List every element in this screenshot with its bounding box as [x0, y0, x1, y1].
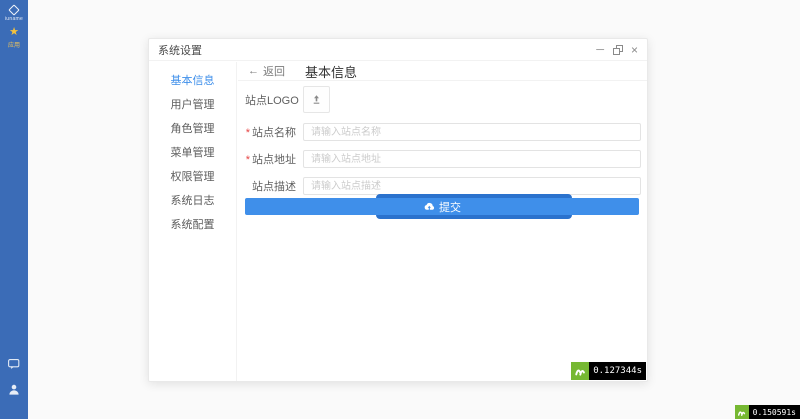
menu-item-basic-info[interactable]: 基本信息 [149, 69, 236, 93]
minimize-icon[interactable]: ─ [596, 44, 604, 55]
site-name-row: * 站点名称 [245, 123, 641, 141]
site-name-label: * 站点名称 [245, 127, 296, 139]
menu-item-permission-management[interactable]: 权限管理 [149, 165, 236, 189]
site-url-label: * 站点地址 [245, 154, 296, 166]
debug-time: 0.127344s [589, 362, 646, 380]
back-link[interactable]: ← 返回 [248, 63, 285, 79]
submit-button[interactable]: 提交 [245, 198, 639, 215]
site-url-row: * 站点地址 [245, 150, 641, 168]
required-mark: * [245, 127, 250, 139]
menu-item-system-log[interactable]: 系统日志 [149, 189, 236, 213]
settings-menu: 基本信息 用户管理 角色管理 菜单管理 权限管理 系统日志 系统配置 [149, 62, 237, 381]
chat-icon[interactable] [8, 357, 20, 375]
modal-titlebar: 系统设置 ─ × [149, 39, 647, 61]
site-desc-row: 站点描述 [245, 177, 641, 195]
thinkphp-logo-icon [734, 405, 749, 419]
settings-content-pane: ← 返回 基本信息 站点LOGO *站点名称 *站点地址 [238, 62, 647, 381]
window-controls: ─ × [596, 44, 638, 56]
menu-item-menu-management[interactable]: 菜单管理 [149, 141, 236, 165]
menu-item-system-config[interactable]: 系统配置 [149, 213, 236, 237]
debug-time: 0.150591s [748, 405, 800, 419]
site-logo-label: 站点LOGO [245, 94, 299, 107]
logo-upload-button[interactable] [303, 86, 330, 113]
upload-icon [313, 95, 320, 104]
desktop: { "icons": { "star": "★", "minimize": "─… [0, 0, 800, 419]
app-icon-rail: iuname ★ 应用 [0, 0, 28, 419]
system-settings-modal: 系统设置 ─ × 基本信息 用户管理 角色管理 菜单管理 权限管理 系统日志 系… [148, 38, 648, 382]
page-debug-trace-badge[interactable]: 0.150591s [734, 405, 800, 419]
submit-label: 提交 [439, 201, 461, 214]
site-desc-input[interactable] [303, 177, 641, 195]
back-arrow-icon: ← [248, 65, 259, 77]
brand-logo-icon[interactable] [8, 4, 20, 16]
cloud-upload-icon [424, 202, 435, 210]
site-url-input[interactable] [303, 150, 641, 168]
page-title: 基本信息 [305, 64, 358, 80]
content-header: ← 返回 基本信息 [238, 62, 647, 81]
modal-title: 系统设置 [158, 44, 202, 57]
brand-name: iuname [4, 16, 24, 22]
debug-trace-badge[interactable]: 0.127344s [571, 362, 646, 380]
menu-item-role-management[interactable]: 角色管理 [149, 117, 236, 141]
site-desc-label: 站点描述 [252, 181, 296, 193]
app-label: 应用 [7, 43, 20, 49]
site-logo-row: 站点LOGO [245, 86, 330, 113]
required-mark: * [245, 154, 250, 166]
close-icon[interactable]: × [631, 44, 638, 56]
star-icon[interactable]: ★ [0, 26, 28, 38]
thinkphp-logo-icon [571, 362, 590, 380]
back-label: 返回 [263, 66, 285, 78]
menu-item-user-management[interactable]: 用户管理 [149, 93, 236, 117]
restore-icon[interactable] [612, 45, 623, 55]
site-name-input[interactable] [303, 123, 641, 141]
user-icon[interactable] [8, 382, 20, 400]
